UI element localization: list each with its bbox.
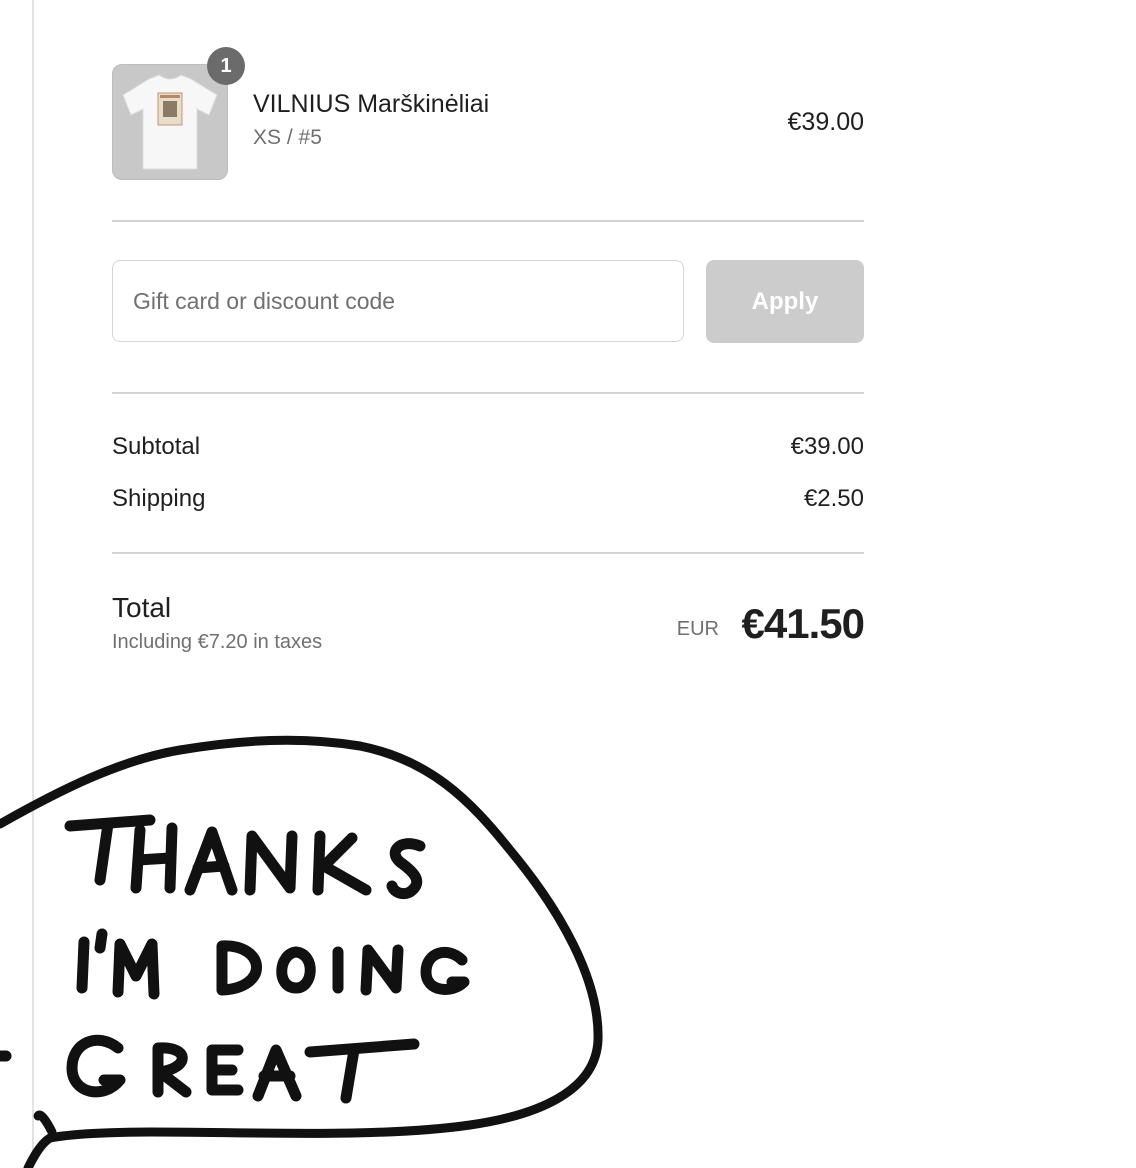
currency-code: EUR (676, 618, 719, 640)
shipping-label: Shipping (112, 485, 206, 512)
total-value: €41.50 (741, 600, 865, 647)
tshirt-image (113, 65, 227, 179)
product-variant: XS / #5 (253, 126, 322, 149)
subtotal-value: €39.00 (790, 433, 864, 460)
product-name: VILNIUS Marškinėliai (253, 90, 490, 118)
cart-line-item: 1 VILNIUS Marškinėliai XS / #5 €39.00 (112, 47, 864, 182)
total-label: Total (112, 592, 172, 623)
quantity-badge: 1 (207, 47, 245, 85)
discount-code-input[interactable] (112, 260, 684, 342)
product-thumbnail: 1 (112, 47, 245, 180)
divider (112, 220, 864, 222)
shipping-value: €2.50 (803, 485, 864, 512)
divider (112, 552, 864, 554)
order-summary-page: 1 VILNIUS Marškinėliai XS / #5 €39.00 Ap… (0, 0, 1136, 1168)
subtotal-label: Subtotal (112, 433, 201, 460)
thanks-speech-bubble-illustration (0, 735, 603, 1168)
divider (112, 392, 864, 394)
product-price: €39.00 (787, 108, 864, 136)
tax-note: Including €7.20 in taxes (112, 631, 323, 653)
apply-button[interactable]: Apply (706, 260, 864, 343)
